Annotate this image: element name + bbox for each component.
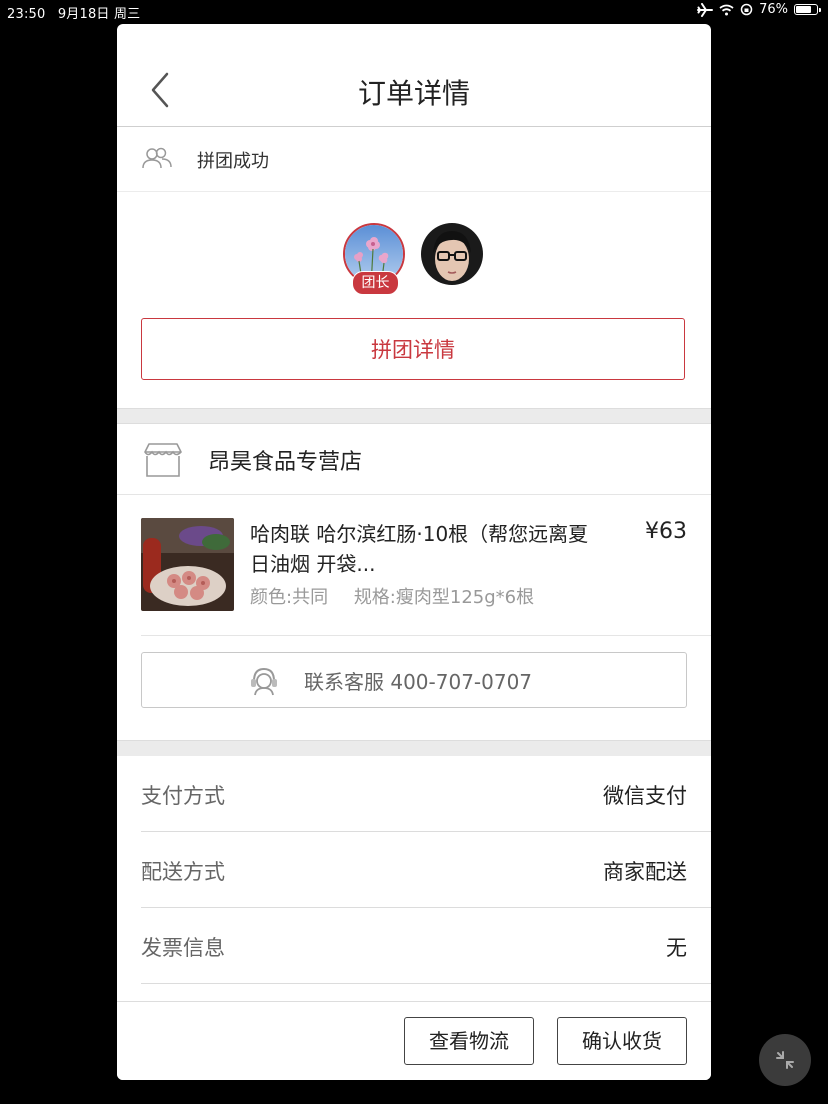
product-specs: 颜色:共同 规格:瘦肉型125g*6根 <box>250 583 534 609</box>
group-status-row: 拼团成功 <box>117 127 711 192</box>
status-bar: 23:50 9月18日 周三 76% <box>0 0 828 22</box>
member-avatar[interactable] <box>421 223 483 285</box>
group-users-icon <box>142 147 172 169</box>
battery-percent: 76% <box>759 2 788 17</box>
product-thumbnail <box>141 518 234 611</box>
payment-method-row: 支付方式 微信支付 <box>117 756 711 832</box>
group-members: 团长 拼团详情 <box>117 192 711 408</box>
info-key: 发票信息 <box>141 936 225 960</box>
confirm-receipt-button[interactable]: 确认收货 <box>557 1017 687 1065</box>
status-left: 23:50 9月18日 周三 <box>7 3 148 22</box>
status-right: 76% <box>697 2 821 17</box>
nav-bar: 订单详情 <box>117 24 711 127</box>
leader-badge: 团长 <box>352 271 399 295</box>
product-title: 哈肉联 哈尔滨红肠·10根（帮您远离夏日油烟 开袋... <box>250 522 589 576</box>
orientation-lock-icon <box>740 3 753 16</box>
info-value: 无 <box>666 936 687 960</box>
wifi-icon <box>719 4 734 15</box>
section-separator <box>117 408 711 424</box>
product-price: ¥63 <box>645 519 687 544</box>
invoice-info-row: 发票信息 无 <box>117 908 711 984</box>
airplane-icon <box>697 2 714 17</box>
order-detail-sheet: 订单详情 拼团成功 团长 拼团详情 昂昊食品专营店 哈肉联 哈尔滨红肠·10根（… <box>117 24 711 1080</box>
shop-name: 昂昊食品专营店 <box>208 450 363 475</box>
exit-fullscreen-button[interactable] <box>759 1034 811 1086</box>
divider <box>141 983 711 984</box>
section-separator <box>117 740 711 756</box>
customer-service-icon <box>251 667 277 696</box>
product-item[interactable]: 哈肉联 哈尔滨红肠·10根（帮您远离夏日油烟 开袋... ¥63 颜色:共同 规… <box>117 495 711 636</box>
product-size-spec: 规格:瘦肉型125g*6根 <box>353 587 535 608</box>
status-time: 23:50 <box>7 7 46 22</box>
service-section: 联系客服 400-707-0707 <box>117 636 711 740</box>
group-detail-button[interactable]: 拼团详情 <box>141 318 685 380</box>
view-logistics-button[interactable]: 查看物流 <box>404 1017 534 1065</box>
contact-service-button[interactable]: 联系客服 400-707-0707 <box>141 652 687 708</box>
battery-fill <box>796 6 812 13</box>
info-value: 微信支付 <box>603 784 687 808</box>
info-key: 支付方式 <box>141 784 225 808</box>
collapse-icon <box>776 1051 794 1069</box>
store-icon <box>144 443 182 477</box>
page-title: 订单详情 <box>357 77 470 110</box>
battery-icon <box>794 4 821 15</box>
status-date: 9月18日 周三 <box>57 7 141 22</box>
info-value: 商家配送 <box>603 860 687 884</box>
delivery-method-row: 配送方式 商家配送 <box>117 832 711 908</box>
group-status-text: 拼团成功 <box>197 151 269 172</box>
contact-service-label: 联系客服 400-707-0707 <box>304 670 533 694</box>
bottom-action-bar: 查看物流 确认收货 <box>117 1001 711 1080</box>
product-color: 颜色:共同 <box>250 587 329 608</box>
info-key: 配送方式 <box>141 860 225 884</box>
shop-row[interactable]: 昂昊食品专营店 <box>117 424 711 495</box>
